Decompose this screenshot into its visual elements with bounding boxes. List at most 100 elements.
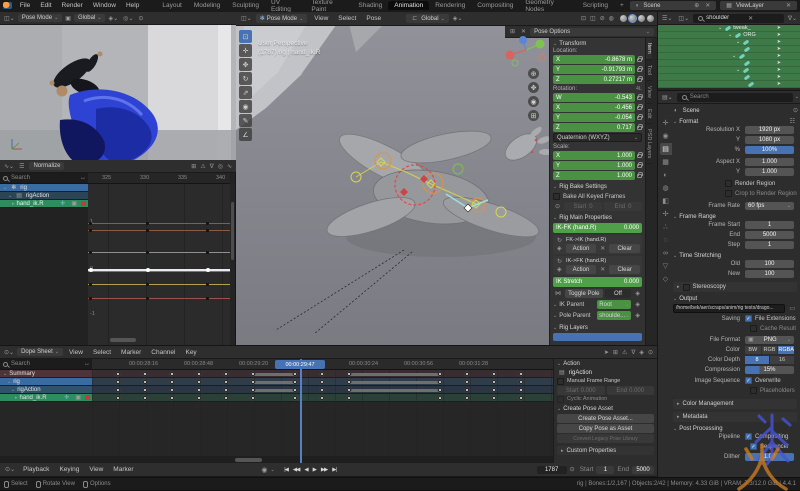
x-axis-icon[interactable]: ✕: [519, 28, 528, 35]
ikfk-slider[interactable]: IK-FK (hand.R)0.000: [553, 223, 642, 233]
navigation-gizmo[interactable]: [502, 36, 552, 68]
menu-help[interactable]: Help: [121, 2, 144, 9]
keying-clock-icon[interactable]: ⊙: [568, 466, 577, 473]
remove-viewlayer-icon[interactable]: ✕: [784, 2, 793, 9]
keyframe-dot[interactable]: [206, 268, 210, 272]
render-properties-tab[interactable]: ◉: [660, 130, 672, 142]
dopesheet-menu-key[interactable]: Key: [180, 349, 201, 356]
chevron-down-icon[interactable]: ⌄: [271, 467, 275, 473]
snap-magnet-icon[interactable]: ◈⌄: [451, 15, 465, 22]
gizmos-toggle-icon[interactable]: ⊘: [598, 15, 607, 22]
chevron-down-icon[interactable]: ⌄: [736, 67, 740, 73]
fk2ik-action-button[interactable]: Action: [566, 244, 597, 253]
channel-rig[interactable]: ⌄ ✻ rig: [0, 184, 88, 192]
workspace-tab-sculpting[interactable]: Sculpting: [226, 1, 265, 10]
graph-search[interactable]: Search ↔: [0, 173, 88, 184]
bake-start-field[interactable]: Start0: [564, 202, 602, 211]
keyframe-dot[interactable]: [146, 222, 149, 225]
blender-logo-icon[interactable]: [3, 2, 12, 9]
prev-keyframe-button[interactable]: ◀◀: [290, 467, 301, 473]
row-hide-toggle-icon[interactable]: ➤: [777, 39, 781, 45]
color-mode-rgba[interactable]: RGBA: [778, 346, 794, 354]
outliner-row[interactable]: ⌄ORG➤: [658, 32, 800, 39]
npanel-tab-edit[interactable]: Edit: [646, 104, 652, 124]
material-shading-icon[interactable]: [638, 15, 645, 22]
visibility-icon[interactable]: ▣: [69, 200, 79, 207]
snap-icon[interactable]: ◈: [633, 312, 642, 319]
curve-olive[interactable]: [88, 284, 230, 285]
selected-only-icon[interactable]: ➤: [602, 349, 611, 356]
keyframe-dot[interactable]: [89, 222, 92, 225]
keyframe-dot[interactable]: [146, 229, 149, 232]
output-panel-header[interactable]: ⌄Output: [673, 296, 797, 302]
unlink-scene-icon[interactable]: ✕: [703, 2, 712, 9]
graph-ruler[interactable]: 325330335340: [88, 173, 230, 184]
chevron-down-icon[interactable]: ⌄: [8, 193, 12, 199]
dope-sheet-keys[interactable]: [92, 370, 553, 456]
clear-search-icon[interactable]: ✕: [746, 15, 755, 22]
cursor-tool[interactable]: ✛: [239, 44, 252, 57]
snap-icon[interactable]: ◈: [555, 245, 564, 252]
format-panel-header[interactable]: ⌄Format☷: [673, 118, 797, 125]
lock-icon[interactable]: [637, 164, 642, 168]
pose-options-dropdown[interactable]: Pose Options⌄: [530, 28, 654, 36]
row-hide-toggle-icon[interactable]: ➤: [777, 67, 781, 73]
resolution-x-field[interactable]: 1920 px: [745, 126, 794, 134]
toggle-pole-value[interactable]: Off: [605, 289, 632, 298]
viewport-menu-select[interactable]: Select: [333, 15, 361, 22]
pan-hand-icon[interactable]: ✥: [528, 82, 539, 93]
keyframe-dot[interactable]: [206, 229, 209, 232]
graph-plot[interactable]: 10-1: [88, 184, 230, 345]
keyframe-dot[interactable]: [146, 268, 150, 272]
display-mode-icon[interactable]: ☰⌄: [660, 15, 674, 22]
menu-icon[interactable]: ☰: [17, 163, 26, 170]
time-new-field[interactable]: 100: [745, 270, 794, 278]
menu-window[interactable]: Window: [88, 2, 121, 9]
editor-type-icon[interactable]: ◫⌄: [239, 15, 254, 22]
outliner-row[interactable]: ⌄➤: [658, 53, 800, 60]
row-hide-toggle-icon[interactable]: ➤: [777, 25, 781, 31]
keyframe-dot[interactable]: [206, 222, 209, 225]
chevron-down-icon[interactable]: ⌄: [718, 25, 722, 31]
curve-red-2[interactable]: [88, 298, 230, 299]
rotation-x-field[interactable]: X-0.456: [553, 103, 635, 112]
bone-properties-tab[interactable]: ◇: [660, 273, 672, 285]
action-panel-header[interactable]: ⌄Action: [557, 361, 654, 367]
snap-icon[interactable]: ◈: [633, 301, 642, 308]
rotation-lock-badge[interactable]: 4L: [636, 86, 642, 92]
npanel-tab-psd-layers[interactable]: PSD Layers: [646, 124, 652, 164]
menu-render[interactable]: Render: [57, 2, 88, 9]
rotation-z-field[interactable]: Z0.717: [553, 123, 635, 132]
time-old-field[interactable]: 100: [745, 260, 794, 268]
modifier-icon[interactable]: ✛: [58, 200, 67, 207]
current-frame-field[interactable]: 1787: [537, 466, 567, 474]
manual-range-checkbox[interactable]: [557, 378, 564, 385]
normalize-button[interactable]: Normalize: [29, 162, 64, 170]
editor-type-icon[interactable]: ◫⌄: [2, 15, 17, 22]
workspace-tab-modeling[interactable]: Modeling: [188, 1, 226, 10]
crop-region-checkbox[interactable]: [725, 190, 732, 197]
color-mode-bw[interactable]: BW: [745, 346, 761, 354]
scene-properties-tab[interactable]: ◐: [660, 169, 672, 181]
channel-rigaction[interactable]: ⌄ ▤ rigAction: [0, 192, 88, 200]
chevron-icon[interactable]: ▸: [15, 395, 18, 401]
curve-red-1[interactable]: [88, 223, 230, 224]
tool-properties-tab[interactable]: ✛: [660, 117, 672, 129]
aspect-x-field[interactable]: 1.000: [745, 158, 794, 166]
refresh-icon[interactable]: ↻: [555, 258, 564, 265]
orientation-selector[interactable]: ⊏Global⌄: [406, 14, 449, 23]
refresh-icon[interactable]: ↻: [555, 237, 564, 244]
lock-icon[interactable]: [637, 78, 642, 82]
timeline-menu-playback[interactable]: Playback: [18, 466, 54, 473]
filter-funnel-icon[interactable]: ∇⌄: [786, 15, 799, 22]
editor-type-icon[interactable]: ⊙⌄: [2, 349, 16, 356]
chevron-down-icon[interactable]: ⌄: [736, 39, 740, 45]
filter-funnel-icon[interactable]: ∇: [629, 349, 637, 356]
proportional-icon[interactable]: ⊙: [646, 349, 655, 356]
lock-icon[interactable]: [637, 116, 642, 120]
lock-icon[interactable]: [637, 58, 642, 62]
graph-hscrollbar[interactable]: [110, 338, 136, 342]
outliner-row[interactable]: ➤: [658, 74, 800, 81]
rendered-shading-icon[interactable]: [647, 15, 654, 22]
output-path-field[interactable]: /home/bek/aer/scraps/anim/rig tests/drag…: [673, 304, 785, 313]
